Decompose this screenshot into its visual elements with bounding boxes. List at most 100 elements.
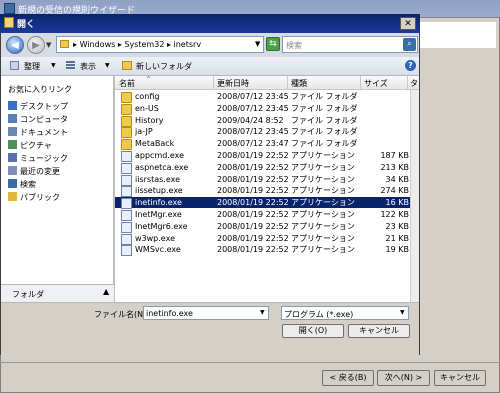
file-row[interactable]: w3wp.exe 2008/01/19 22:52 アプリケーション 21 KB <box>115 233 410 245</box>
next-button[interactable]: 次へ(N) > <box>377 370 430 386</box>
nav-item-label: デスクトップ <box>20 102 68 111</box>
address-bar[interactable]: ▸ Windows ▸ System32 ▸ inetsrv ▼ <box>56 36 264 53</box>
help-icon[interactable]: ? <box>405 60 416 71</box>
column-header-size[interactable]: サイズ <box>364 78 388 89</box>
folder-icon <box>121 127 132 139</box>
back-arrow-icon[interactable]: ◀ <box>6 36 24 54</box>
chevron-up-icon[interactable]: ▲ <box>103 287 109 296</box>
folder-row[interactable]: MetaBack 2008/07/12 23:47 ファイル フォルダ <box>115 138 410 151</box>
history-dropdown-icon[interactable]: ▼ <box>46 41 51 49</box>
file-type: アプリケーション <box>291 162 355 172</box>
recent-icon <box>8 166 17 175</box>
pictures-icon <box>8 140 17 149</box>
folder-icon <box>121 103 132 115</box>
column-divider[interactable] <box>213 76 214 90</box>
folder-row[interactable]: en-US 2008/07/12 23:45 ファイル フォルダ <box>115 103 410 115</box>
nav-item-label: ドキュメント <box>20 128 68 137</box>
file-size: 21 KB <box>385 233 409 243</box>
file-name: iisrstas.exe <box>135 174 181 184</box>
open-button[interactable]: 開く(O) <box>282 324 344 338</box>
folder-icon <box>121 115 132 127</box>
new-folder-icon <box>122 61 132 70</box>
filetype-select[interactable]: プログラム (*.exe) ▼ <box>281 306 409 320</box>
folder-icon <box>121 139 132 151</box>
folder-row[interactable]: config 2008/07/12 23:45 ファイル フォルダ <box>115 91 410 103</box>
breadcrumb-item[interactable]: inetsrv <box>174 40 202 49</box>
column-divider[interactable] <box>407 76 408 90</box>
column-divider[interactable] <box>360 76 361 90</box>
folder-icon <box>121 92 132 103</box>
folder-row[interactable]: History 2009/04/24 8:52 ファイル フォルダ <box>115 115 410 127</box>
back-button[interactable]: < 戻る(B) <box>322 370 374 386</box>
organize-button[interactable]: 整理 <box>24 61 40 72</box>
file-date: 2008/01/19 22:52 <box>217 245 289 255</box>
wizard-content-area <box>410 22 496 48</box>
file-date: 2008/01/19 22:52 <box>217 221 289 231</box>
wizard-app-icon <box>4 3 15 14</box>
nav-item[interactable]: デスクトップ <box>8 101 68 113</box>
file-row[interactable]: appcmd.exe 2008/01/19 22:52 アプリケーション 187 KB <box>115 150 410 162</box>
address-dropdown-icon[interactable]: ▼ <box>255 40 260 48</box>
file-row[interactable]: iisrstas.exe 2008/01/19 22:52 アプリケーション 34 K… <box>115 174 410 186</box>
file-date: 2009/04/24 8:52 <box>217 115 284 125</box>
column-header-date[interactable]: 更新日時 <box>217 78 249 89</box>
refresh-icon[interactable]: ⇆ <box>266 37 280 51</box>
vertical-scrollbar[interactable] <box>410 90 419 302</box>
search-icon[interactable]: ⌕ <box>403 38 416 51</box>
file-row[interactable]: aspnetca.exe 2008/01/19 22:52 アプリケーション 213 … <box>115 162 410 174</box>
views-dropdown-icon[interactable]: ▼ <box>105 62 110 69</box>
nav-item[interactable]: ピクチャ <box>8 140 52 152</box>
file-type: アプリケーション <box>291 221 355 231</box>
filetype-dropdown-icon[interactable]: ▼ <box>400 309 405 316</box>
column-header-name[interactable]: 名前 <box>119 78 135 89</box>
wizard-divider <box>0 362 500 363</box>
folder-row[interactable]: ja-JP 2008/07/12 23:45 ファイル フォルダ <box>115 126 410 139</box>
file-type: ファイル フォルダ <box>291 103 358 113</box>
nav-item[interactable]: 検索 <box>8 179 36 191</box>
file-type: アプリケーション <box>291 198 355 208</box>
filetype-value: プログラム (*.exe) <box>284 310 354 319</box>
nav-item[interactable]: パブリック <box>8 192 60 204</box>
breadcrumb[interactable]: ▸ Windows ▸ System32 ▸ inetsrv <box>73 40 201 49</box>
file-date: 2008/01/19 22:52 <box>217 210 289 219</box>
nav-item[interactable]: ドキュメント <box>8 127 68 139</box>
forward-arrow-icon[interactable]: ▶ <box>27 36 45 54</box>
new-folder-button[interactable]: 新しいフォルダ <box>136 61 192 72</box>
computer-icon <box>8 114 17 123</box>
nav-item[interactable]: ミュージック <box>8 153 68 165</box>
nav-item-label: 最近の変更 <box>20 167 60 176</box>
file-name: inetinfo.exe <box>135 198 182 208</box>
nav-item-label: ピクチャ <box>20 141 52 150</box>
nav-item-label: ミュージック <box>20 154 68 163</box>
column-divider[interactable] <box>287 76 288 90</box>
search-icon <box>8 179 17 188</box>
wizard-cancel-button[interactable]: キャンセル <box>434 370 486 386</box>
file-date: 2008/07/12 23:45 <box>217 103 289 113</box>
filename-input[interactable]: inetinfo.exe ▼ <box>143 306 269 320</box>
organize-dropdown-icon[interactable]: ▼ <box>51 62 56 69</box>
file-size: 122 KB <box>380 210 409 219</box>
application-icon <box>121 245 132 257</box>
file-row[interactable]: WMSvc.exe 2008/01/19 22:52 アプリケーション 19 KB <box>115 244 410 257</box>
file-row[interactable]: inetinfo.exe 2008/01/19 22:52 アプリケーション 16 K… <box>115 197 410 210</box>
file-type: アプリケーション <box>291 174 355 184</box>
close-icon[interactable]: ✕ <box>400 17 416 30</box>
dialog-cancel-button[interactable]: キャンセル <box>348 324 410 338</box>
file-type: ファイル フォルダ <box>291 115 358 125</box>
file-row[interactable]: InetMgr6.exe 2008/01/19 22:52 アプリケーション 23 K… <box>115 221 410 233</box>
search-input[interactable]: 検索 ⌕ <box>282 36 418 53</box>
breadcrumb-item[interactable]: Windows <box>80 40 116 49</box>
filename-dropdown-icon[interactable]: ▼ <box>260 309 265 316</box>
nav-item[interactable]: コンピュータ <box>8 114 68 126</box>
file-name: iissetup.exe <box>135 186 183 196</box>
nav-item[interactable]: 最近の変更 <box>8 166 60 178</box>
breadcrumb-item[interactable]: System32 <box>124 40 164 49</box>
column-header-type[interactable]: 種類 <box>291 78 307 89</box>
file-row[interactable]: InetMgr.exe 2008/01/19 22:52 アプリケーション 122 K… <box>115 209 410 221</box>
views-button[interactable]: 表示 <box>80 61 96 72</box>
application-icon <box>121 162 132 174</box>
file-row[interactable]: iissetup.exe 2008/01/19 22:52 アプリケーション 274 … <box>115 185 410 198</box>
breadcrumb-separator-icon[interactable]: ▸ <box>164 40 173 49</box>
application-icon <box>121 198 132 210</box>
file-type: ファイル フォルダ <box>291 92 358 101</box>
